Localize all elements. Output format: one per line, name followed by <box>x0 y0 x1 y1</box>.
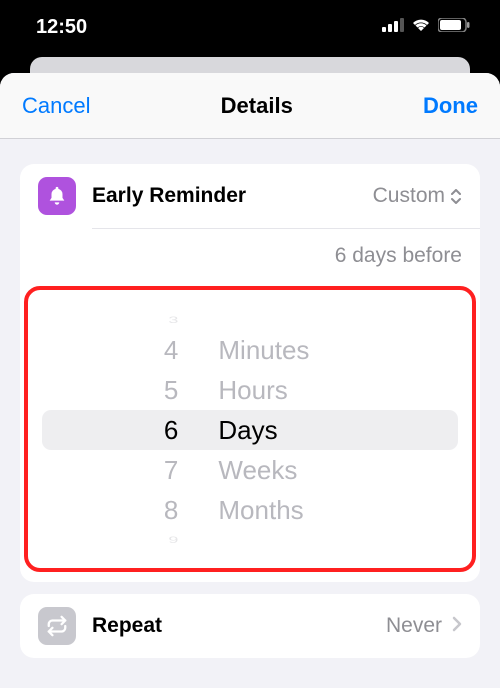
picker-unit <box>218 315 223 325</box>
status-time: 12:50 <box>36 16 87 39</box>
reminder-summary: 6 days before <box>20 229 480 286</box>
picker-number: 4 <box>164 330 178 370</box>
picker-unit: Months <box>218 490 303 530</box>
picker-highlight-box: 3 4 5 6 7 8 9 Minutes Hours Days Weeks <box>24 286 476 572</box>
wifi-icon <box>411 18 431 37</box>
bell-icon <box>38 177 76 215</box>
status-bar: 12:50 <box>0 0 500 55</box>
early-reminder-row[interactable]: Early Reminder Custom <box>20 164 480 228</box>
repeat-card: Repeat Never <box>20 594 480 658</box>
picker-number: 7 <box>164 450 178 490</box>
picker-number: 8 <box>164 490 178 530</box>
unit-wheel[interactable]: Minutes Hours Days Weeks Months <box>208 310 458 550</box>
repeat-value: Never <box>386 614 442 638</box>
picker-unit: Hours <box>218 370 287 410</box>
picker-unit: Weeks <box>218 450 297 490</box>
early-reminder-value: Custom <box>373 184 445 208</box>
repeat-row[interactable]: Repeat Never <box>20 594 480 658</box>
picker-unit <box>218 535 223 545</box>
repeat-icon <box>38 607 76 645</box>
picker-unit-selected: Days <box>218 410 277 450</box>
number-wheel[interactable]: 3 4 5 6 7 8 9 <box>42 310 208 550</box>
picker-unit: Minutes <box>218 330 309 370</box>
content: Early Reminder Custom 6 days before 3 4 … <box>0 139 500 658</box>
cellular-icon <box>382 18 404 37</box>
page-title: Details <box>221 93 293 119</box>
status-icons <box>382 18 470 37</box>
nav-bar: Cancel Details Done <box>0 73 500 139</box>
unfold-icon <box>450 189 462 204</box>
cancel-button[interactable]: Cancel <box>22 93 90 119</box>
picker-number-selected: 6 <box>164 410 178 450</box>
repeat-label: Repeat <box>92 614 386 638</box>
early-reminder-label: Early Reminder <box>92 184 373 208</box>
picker-number: 3 <box>168 315 178 325</box>
chevron-right-icon <box>452 616 462 637</box>
battery-icon <box>438 18 470 37</box>
picker-number: 5 <box>164 370 178 410</box>
details-sheet: Cancel Details Done Early Reminder Custo… <box>0 73 500 688</box>
early-reminder-card: Early Reminder Custom 6 days before 3 4 … <box>20 164 480 582</box>
picker-number: 9 <box>168 535 178 545</box>
time-picker[interactable]: 3 4 5 6 7 8 9 Minutes Hours Days Weeks <box>42 310 458 550</box>
done-button[interactable]: Done <box>423 93 478 119</box>
